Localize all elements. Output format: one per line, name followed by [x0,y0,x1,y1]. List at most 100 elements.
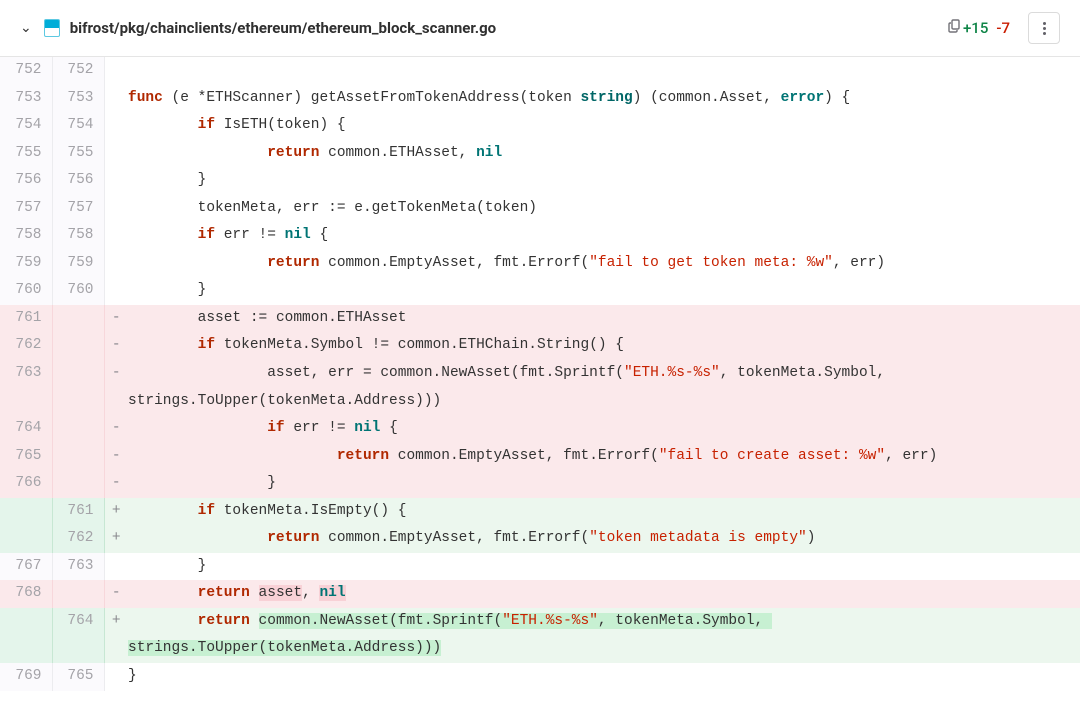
diff-line[interactable]: 757757 tokenMeta, err := e.getTokenMeta(… [0,195,1080,223]
diff-line[interactable]: 752752 [0,57,1080,85]
new-line-number [52,415,104,443]
code-content: } [128,470,1080,498]
diff-line[interactable]: 755755 return common.ETHAsset, nil [0,140,1080,168]
diff-sign [104,277,128,305]
code-content: asset, err = common.NewAsset(fmt.Sprintf… [128,360,1080,415]
code-content: return asset, nil [128,580,1080,608]
new-line-number: 764 [52,608,104,663]
new-line-number: 762 [52,525,104,553]
diff-line[interactable]: 760760 } [0,277,1080,305]
diff-sign: + [104,525,128,553]
more-actions-button[interactable] [1028,12,1060,44]
old-line-number: 755 [0,140,52,168]
old-line-number: 759 [0,250,52,278]
code-content: asset := common.ETHAsset [128,305,1080,333]
code-content: return common.ETHAsset, nil [128,140,1080,168]
diff-sign: - [104,580,128,608]
old-line-number [0,525,52,553]
new-line-number [52,305,104,333]
old-line-number: 762 [0,332,52,360]
code-content: if err != nil { [128,415,1080,443]
file-header: ⌄ bifrost/pkg/chainclients/ethereum/ethe… [0,0,1080,57]
new-line-number: 761 [52,498,104,526]
new-line-number: 756 [52,167,104,195]
old-line-number: 767 [0,553,52,581]
diff-line[interactable]: 761+ if tokenMeta.IsEmpty() { [0,498,1080,526]
old-line-number: 753 [0,85,52,113]
diff-line[interactable]: 763- asset, err = common.NewAsset(fmt.Sp… [0,360,1080,415]
diff-line[interactable]: 767763 } [0,553,1080,581]
deletions-count: -7 [996,19,1010,37]
code-content: tokenMeta, err := e.getTokenMeta(token) [128,195,1080,223]
new-line-number: 759 [52,250,104,278]
diff-sign [104,250,128,278]
diff-sign [104,222,128,250]
code-content: if tokenMeta.Symbol != common.ETHChain.S… [128,332,1080,360]
diff-line[interactable]: 762+ return common.EmptyAsset, fmt.Error… [0,525,1080,553]
new-line-number: 765 [52,663,104,691]
diff-sign: - [104,305,128,333]
diff-line[interactable]: 754754 if IsETH(token) { [0,112,1080,140]
new-line-number: 763 [52,553,104,581]
old-line-number: 761 [0,305,52,333]
old-line-number: 752 [0,57,52,85]
old-line-number: 768 [0,580,52,608]
new-line-number [52,332,104,360]
diff-line[interactable]: 762 - if tokenMeta.Symbol != common.ETHCh… [0,332,1080,360]
file-path: bifrost/pkg/chainclients/ethereum/ethere… [70,19,935,37]
new-line-number [52,443,104,471]
code-content: return common.EmptyAsset, fmt.Errorf("to… [128,525,1080,553]
diff-sign: - [104,332,128,360]
old-line-number: 754 [0,112,52,140]
new-line-number [52,360,104,415]
old-line-number: 764 [0,415,52,443]
new-line-number [52,580,104,608]
diff-table: 752752753753func (e *ETHScanner) getAsse… [0,57,1080,691]
new-line-number: 755 [52,140,104,168]
new-line-number: 752 [52,57,104,85]
additions-count: +15 [963,19,988,37]
diff-line[interactable]: 756756 } [0,167,1080,195]
diff-line[interactable]: 759759 return common.EmptyAsset, fmt.Err… [0,250,1080,278]
diff-sign [104,195,128,223]
code-content: } [128,277,1080,305]
new-line-number [52,470,104,498]
old-line-number: 756 [0,167,52,195]
diff-sign: - [104,443,128,471]
code-content [128,57,1080,85]
diff-line[interactable]: 766- } [0,470,1080,498]
code-content: if tokenMeta.IsEmpty() { [128,498,1080,526]
diff-sign: + [104,608,128,663]
diff-line[interactable]: 765- return common.EmptyAsset, fmt.Error… [0,443,1080,471]
diff-line[interactable]: 753753func (e *ETHScanner) getAssetFromT… [0,85,1080,113]
old-line-number: 766 [0,470,52,498]
new-line-number: 758 [52,222,104,250]
code-content: } [128,553,1080,581]
diff-sign [104,140,128,168]
diff-line[interactable]: 768 - return asset, nil [0,580,1080,608]
code-content: } [128,663,1080,691]
new-line-number: 754 [52,112,104,140]
old-line-number: 765 [0,443,52,471]
diff-line[interactable]: 769765} [0,663,1080,691]
code-content: if err != nil { [128,222,1080,250]
old-line-number: 757 [0,195,52,223]
new-line-number: 760 [52,277,104,305]
diff-sign [104,553,128,581]
diff-sign [104,85,128,113]
diff-sign [104,167,128,195]
diff-sign: - [104,415,128,443]
diff-sign: - [104,360,128,415]
old-line-number: 760 [0,277,52,305]
old-line-number [0,608,52,663]
diff-line[interactable]: 761 - asset := common.ETHAsset [0,305,1080,333]
collapse-chevron-icon[interactable]: ⌄ [20,20,32,36]
new-line-number: 753 [52,85,104,113]
diff-line[interactable]: 758758 if err != nil { [0,222,1080,250]
code-content: return common.EmptyAsset, fmt.Errorf("fa… [128,250,1080,278]
diff-sign [104,112,128,140]
copy-path-icon[interactable] [947,18,963,38]
diff-line[interactable]: 764 - if err != nil { [0,415,1080,443]
diff-sign [104,57,128,85]
diff-line[interactable]: 764+ return common.NewAsset(fmt.Sprintf(… [0,608,1080,663]
